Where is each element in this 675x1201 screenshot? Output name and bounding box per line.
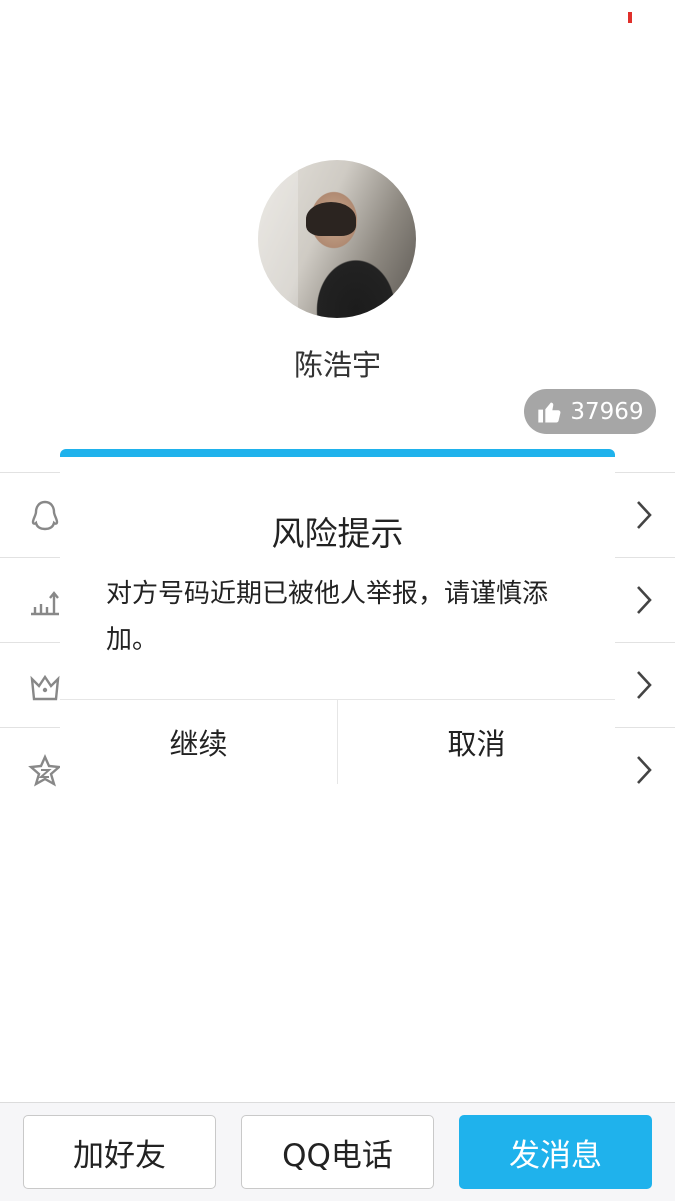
qq-penguin-icon bbox=[31, 500, 59, 531]
like-count: 37969 bbox=[570, 398, 644, 425]
like-badge[interactable]: 37969 bbox=[524, 389, 656, 434]
dialog-title: 风险提示 bbox=[271, 514, 404, 553]
chart-icon bbox=[31, 591, 59, 616]
cancel-button[interactable]: 取消 bbox=[337, 700, 615, 784]
chevron-right-icon bbox=[637, 756, 652, 784]
crown-icon bbox=[30, 674, 60, 701]
bottom-action-bar: 加好友 QQ电话 发消息 bbox=[0, 1102, 675, 1201]
thumbs-up-icon bbox=[538, 402, 561, 422]
chevron-right-icon bbox=[637, 501, 652, 529]
add-friend-button[interactable]: 加好友 bbox=[23, 1115, 216, 1189]
profile-name: 陈浩宇 bbox=[293, 348, 381, 382]
zone-star-icon bbox=[28, 754, 62, 787]
risk-warning-dialog: 风险提示 对方号码近期已被他人举报，请谨慎添加。 继续 取消 bbox=[60, 449, 615, 784]
dialog-message: 对方号码近期已被他人举报，请谨慎添加。 bbox=[106, 579, 549, 655]
chevron-right-icon bbox=[637, 586, 652, 614]
chevron-right-icon bbox=[637, 671, 652, 699]
send-message-button[interactable]: 发消息 bbox=[459, 1115, 652, 1189]
dialog-buttons: 继续 取消 bbox=[60, 699, 615, 784]
status-indicator bbox=[628, 12, 632, 23]
continue-button[interactable]: 继续 bbox=[60, 700, 337, 784]
avatar[interactable] bbox=[258, 160, 416, 318]
qq-call-button[interactable]: QQ电话 bbox=[241, 1115, 434, 1189]
